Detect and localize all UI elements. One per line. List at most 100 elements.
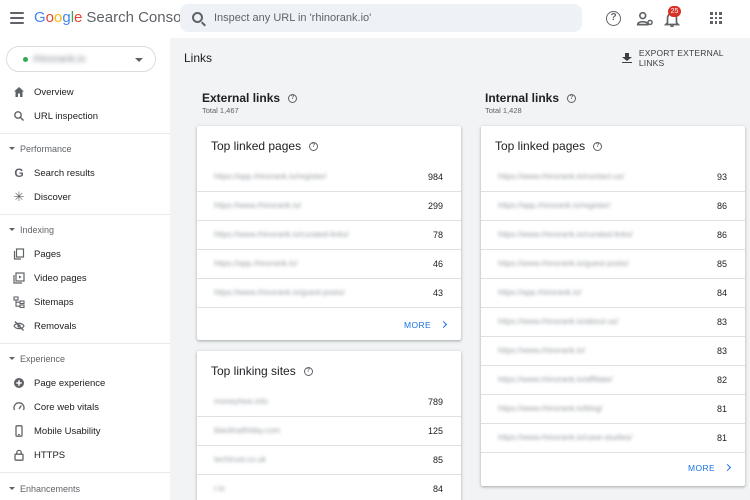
home-icon [14,87,24,97]
link-url: https://www.rhinorank.io/guest-posts/ [214,288,345,297]
link-url: blackhatfriday.com [214,426,281,435]
link-count: 81 [716,404,727,414]
link-url: https://www.rhinorank.io/affiliate/ [498,375,613,384]
link-url: https://app.rhinorank.io/register/ [214,172,327,181]
link-count: 125 [427,426,443,436]
table-row[interactable]: r.io 84 [197,475,461,500]
export-external-links-button[interactable]: EXPORT EXTERNAL LINKS [622,48,750,68]
inspect-url-input[interactable] [214,9,564,27]
table-row[interactable]: https://www.rhinorank.io/curated-links/7… [197,221,461,250]
sidebar-item-pages[interactable]: Pages [0,244,170,266]
sidebar-item-label: Search results [34,168,95,179]
section-label: Experience [20,354,66,364]
plus-circle-icon [14,378,24,388]
section-experience[interactable]: Experience [0,352,170,368]
more-button[interactable]: MORE [404,320,448,330]
internal-links-heading: Internal links? [485,91,577,105]
card-title-text: Top linked pages [211,139,302,153]
phone-icon [15,425,23,437]
help-circle-icon[interactable]: ? [309,142,319,152]
link-count: 299 [427,201,443,211]
logo-letter: g [62,9,71,26]
card-title: Top linked pages? [495,139,603,153]
pages-icon [13,248,25,260]
table-row[interactable]: https://www.rhinorank.io/guest-posts/43 [197,279,461,308]
sidebar-item-overview[interactable]: Overview [0,82,170,104]
more-button[interactable]: MORE [688,463,732,473]
page-title: Links [184,51,213,65]
google-search-console-logo[interactable]: Google Search Console [34,9,193,26]
sidebar-item-sitemaps[interactable]: Sitemaps [0,292,170,314]
link-count: 81 [716,433,727,443]
sidebar-item-label: Page experience [34,378,106,389]
search-icon [14,111,25,122]
table-row[interactable]: https://www.rhinorank.io/case-studies/81 [481,424,745,453]
link-url: https://app.rhinorank.io/ [214,259,298,268]
link-url: https://www.rhinorank.io/guest-posts/ [498,259,629,268]
divider [0,343,170,344]
google-apps-grid-icon[interactable] [710,12,722,24]
help-circle-icon[interactable]: ? [593,142,603,152]
table-row[interactable]: https://www.rhinorank.io/83 [481,337,745,366]
table-row[interactable]: https://www.rhinorank.io/contact-us/93 [481,163,745,192]
link-url: https://app.rhinorank.io/ [498,288,582,297]
sidebar-item-page-experience[interactable]: Page experience [0,373,170,395]
external-top-linking-sites-card: Top linking sites? moneyhive.info 789 blac… [197,351,461,500]
divider [0,133,170,134]
help-circle-icon[interactable]: ? [303,367,313,377]
table-row[interactable]: https://www.rhinorank.io/about-us/83 [481,308,745,337]
external-links-total: Total 1,467 [202,106,239,115]
collapse-caret-icon [9,147,15,150]
external-top-linked-pages-card: Top linked pages? MORE https://app.rhino… [197,126,461,340]
more-label: MORE [404,320,432,330]
link-count: 83 [716,346,727,356]
lock-icon [14,449,24,461]
section-indexing[interactable]: Indexing [0,223,170,239]
table-row[interactable]: https://www.rhinorank.io/affiliate/82 [481,366,745,395]
download-icon [622,52,632,64]
table-row[interactable]: https://www.rhinorank.io/299 [197,192,461,221]
internal-top-linked-pages-card: Top linked pages? MORE https://www.rhino… [481,126,745,486]
sidebar-item-label: Removals [34,321,77,332]
logo-letter: e [74,9,83,26]
sidebar-item-core-web-vitals[interactable]: Core web vitals [0,397,170,419]
table-row[interactable]: https://app.rhinorank.io/register/86 [481,192,745,221]
sidebar-item-mobile-usability[interactable]: Mobile Usability [0,421,170,443]
help-circle-icon[interactable]: ? [567,94,577,104]
table-row[interactable]: https://www.rhinorank.io/curated-links/8… [481,221,745,250]
sidebar-item-video-pages[interactable]: Video pages [0,268,170,290]
table-row[interactable]: https://www.rhinorank.io/guest-posts/85 [481,250,745,279]
divider [0,214,170,215]
section-enhancements[interactable]: Enhancements [0,482,170,498]
sidebar-item-label: Video pages [34,273,87,284]
table-row[interactable]: https://app.rhinorank.io/register/984 [197,163,461,192]
help-icon[interactable]: ? [606,11,621,26]
main-menu-icon[interactable] [10,12,24,24]
product-name: Search Console [86,9,194,26]
sidebar-item-url-inspection[interactable]: URL inspection [0,106,170,128]
table-row[interactable]: moneyhive.info 789 [197,388,461,417]
table-row[interactable]: https://app.rhinorank.io/84 [481,279,745,308]
sidebar-item-search-results[interactable]: G Search results [0,163,170,185]
link-url: https://www.rhinorank.io/about-us/ [498,317,619,326]
google-g-icon: G [14,166,24,180]
link-url: https://www.rhinorank.io/blog/ [498,404,603,413]
table-row[interactable]: techtrust.co.uk 85 [197,446,461,475]
table-row[interactable]: https://www.rhinorank.io/blog/81 [481,395,745,424]
collapse-caret-icon [9,228,15,231]
sidebar-item-removals[interactable]: Removals [0,316,170,338]
property-status-icon [23,57,28,62]
property-selector[interactable]: rhinorank.io [6,46,156,72]
sidebar-item-label: Mobile Usability [34,426,101,437]
sidebar-item-discover[interactable]: ✳ Discover [0,187,170,209]
google-logo-text: Google [34,9,82,26]
section-performance[interactable]: Performance [0,142,170,158]
link-count: 78 [432,230,443,240]
url-inspection-search[interactable] [180,4,582,32]
help-circle-icon[interactable]: ? [288,94,298,104]
table-row[interactable]: https://app.rhinorank.io/46 [197,250,461,279]
sidebar-item-https[interactable]: HTTPS [0,445,170,467]
caret-down-icon [135,58,143,62]
account-settings-icon[interactable] [636,10,654,28]
table-row[interactable]: blackhatfriday.com 125 [197,417,461,446]
